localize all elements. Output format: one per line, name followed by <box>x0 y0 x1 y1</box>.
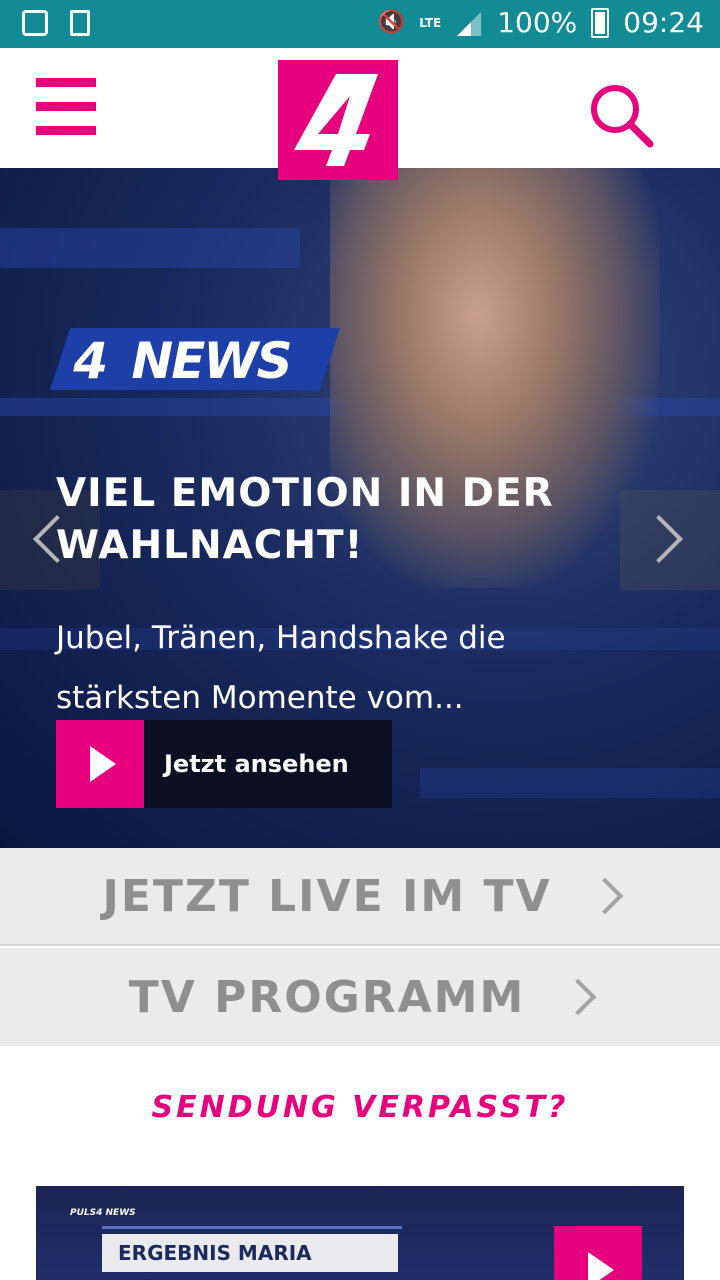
battery-percent: 100% <box>497 6 578 39</box>
chevron-right-icon <box>559 978 597 1016</box>
network-label: LTE <box>419 15 442 30</box>
thumb-divider <box>102 1226 402 1229</box>
hamburger-icon[interactable] <box>36 78 96 138</box>
carousel-next-button[interactable] <box>620 490 720 590</box>
hero-subtitle: Jubel, Tränen, Handshake die stärksten M… <box>56 620 506 716</box>
chevron-right-icon <box>586 877 623 915</box>
news-brand-badge: 4 NEWS <box>49 328 341 390</box>
puls4-logo[interactable] <box>278 60 398 180</box>
status-right-icons: 🔇 LTE 100% 09:24 <box>378 6 704 39</box>
live-tv-link[interactable]: JETZT LIVE IM TV <box>0 848 720 946</box>
signal-icon <box>457 11 482 36</box>
video-thumbnail[interactable]: PULS4 NEWS ERGEBNIS MARIA WÖRTH <box>36 1186 684 1280</box>
live-tv-label: JETZT LIVE IM TV <box>102 870 552 922</box>
thumb-brand: PULS4 NEWS <box>70 1208 136 1218</box>
clock: 09:24 <box>623 6 704 39</box>
hero-title[interactable]: VIEL EMOTION IN DER WAHLNACHT! <box>56 468 616 572</box>
thumb-caption: ERGEBNIS MARIA WÖRTH <box>102 1234 398 1280</box>
image-icon <box>22 10 48 36</box>
logo-4-icon <box>294 74 378 166</box>
section-title-missed: SENDUNG VERPASST? <box>151 1090 569 1125</box>
vibrate-mute-icon: 🔇 <box>377 10 406 35</box>
watch-now-label: Jetzt ansehen <box>164 750 349 778</box>
tv-program-link[interactable]: TV PROGRAMM <box>0 948 720 1046</box>
chevron-right-icon <box>634 514 684 564</box>
play-icon[interactable] <box>554 1226 642 1280</box>
tablet-check-icon <box>70 10 90 36</box>
watch-now-button[interactable]: Jetzt ansehen <box>56 720 392 808</box>
search-icon[interactable] <box>588 82 654 148</box>
status-left-icons <box>22 10 90 36</box>
battery-icon <box>591 7 610 38</box>
tv-program-label: TV PROGRAMM <box>128 971 526 1023</box>
news-brand-text: NEWS <box>131 332 291 390</box>
status-bar: 🔇 LTE 100% 09:24 <box>0 0 720 48</box>
play-icon <box>56 720 144 808</box>
hero-carousel[interactable]: 4 NEWS VIEL EMOTION IN DER WAHLNACHT! Ju… <box>0 168 720 848</box>
